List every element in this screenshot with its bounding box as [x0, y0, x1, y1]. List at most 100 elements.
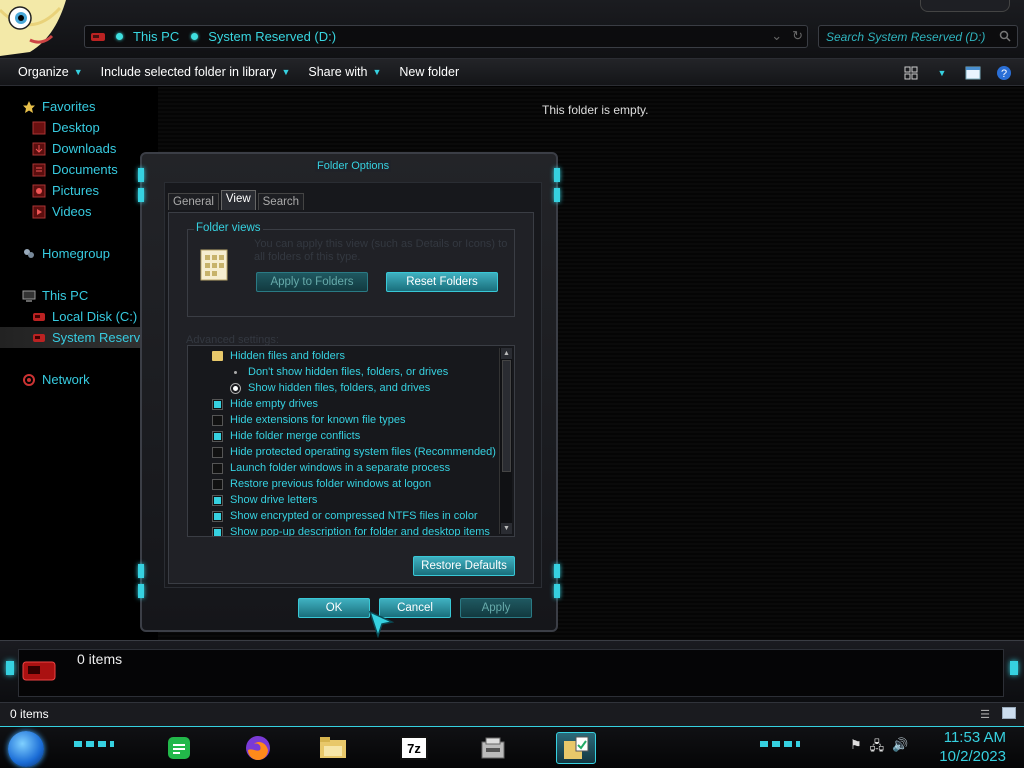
folder-view-grid-icon	[200, 249, 228, 281]
view-options-icon[interactable]	[900, 64, 922, 82]
new-folder-button[interactable]: New folder	[381, 65, 459, 79]
nav-desktop[interactable]: Desktop	[0, 117, 158, 138]
firefox-icon	[246, 736, 270, 760]
volume-icon[interactable]: 🔊	[892, 737, 908, 759]
search-icon[interactable]	[999, 30, 1011, 42]
nav-documents[interactable]: Documents	[0, 159, 158, 180]
setting-label: Hide empty drives	[230, 398, 319, 410]
radio-unselected[interactable]	[230, 367, 241, 378]
taskbar-firefox[interactable]	[241, 732, 275, 764]
nav-pictures[interactable]: Pictures	[0, 180, 158, 201]
7zip-icon: 7z	[400, 736, 428, 760]
nav-system-reserved[interactable]: System Reserve	[0, 327, 158, 348]
details-view-icon[interactable]: ☰	[980, 708, 990, 721]
reset-folders-button[interactable]: Reset Folders	[386, 272, 498, 292]
taskbar-notes-app[interactable]	[162, 732, 196, 764]
clock-time: 11:53 AM	[943, 729, 1006, 746]
setting-popup-description[interactable]: Show pop-up description for folder and d…	[188, 524, 498, 536]
checkbox-checked[interactable]	[212, 430, 223, 442]
checkbox-unchecked[interactable]	[212, 414, 223, 426]
nav-favorites[interactable]: Favorites	[0, 96, 158, 117]
taskbar-7zip[interactable]: 7z	[397, 732, 431, 764]
apply-to-folders-button[interactable]: Apply to Folders	[256, 272, 368, 292]
share-with-button[interactable]: Share with ▼	[290, 65, 381, 79]
setting-hide-extensions[interactable]: Hide extensions for known file types	[188, 412, 498, 428]
setting-label: Hide folder merge conflicts	[230, 430, 361, 442]
start-button[interactable]	[8, 731, 44, 767]
breadcrumb-system-reserved[interactable]: System Reserved (D:)	[208, 29, 336, 44]
restore-defaults-button[interactable]: Restore Defaults	[413, 556, 515, 576]
folder-icon	[212, 351, 223, 361]
nav-homegroup[interactable]: Homegroup	[0, 243, 158, 264]
chevron-down-icon: ▼	[281, 67, 291, 77]
setting-hide-merge-conflicts[interactable]: Hide folder merge conflicts	[188, 428, 498, 444]
ok-button[interactable]: OK	[298, 598, 370, 618]
nav-downloads[interactable]: Downloads	[0, 138, 158, 159]
details-pane: 0 items	[0, 640, 1024, 702]
setting-label: Don't show hidden files, folders, or dri…	[248, 366, 449, 378]
taskbar-file-explorer[interactable]	[316, 732, 350, 764]
view-dropdown-icon[interactable]: ▼	[931, 64, 953, 82]
address-dropdown-icon[interactable]: ⌄	[771, 28, 782, 44]
help-icon[interactable]: ?	[993, 64, 1015, 82]
advanced-settings-list[interactable]: Hidden files and folders Don't show hidd…	[187, 345, 515, 537]
setting-label: Hide protected operating system files (R…	[230, 446, 496, 458]
search-input[interactable]: Search System Reserved (D:)	[818, 25, 1018, 48]
taskbar-drive-tool[interactable]	[476, 732, 510, 764]
setting-show-hidden[interactable]: Show hidden files, folders, and drives	[188, 380, 498, 396]
checkbox-checked[interactable]	[212, 526, 223, 536]
setting-show-drive-letters[interactable]: Show drive letters	[188, 492, 498, 508]
settings-scrollbar[interactable]: ▲ ▼	[499, 348, 512, 534]
breadcrumb-this-pc[interactable]: This PC	[133, 29, 179, 44]
breadcrumb-separator-icon	[116, 33, 123, 40]
nav-videos-label: Videos	[52, 204, 92, 219]
taskbar-folder-options[interactable]	[556, 732, 596, 764]
window-controls-bar[interactable]	[920, 0, 1010, 12]
address-bar[interactable]: This PC System Reserved (D:) ⌄ ↻	[84, 25, 808, 48]
setting-label: Show hidden files, folders, and drives	[248, 382, 431, 394]
checkbox-unchecked[interactable]	[212, 478, 223, 490]
videos-icon	[32, 205, 46, 218]
setting-label: Launch folder windows in a separate proc…	[230, 462, 451, 474]
setting-restore-windows[interactable]: Restore previous folder windows at logon	[188, 476, 498, 492]
apply-button[interactable]: Apply	[460, 598, 532, 618]
setting-ntfs-color[interactable]: Show encrypted or compressed NTFS files …	[188, 508, 498, 524]
nav-desktop-label: Desktop	[52, 120, 100, 135]
tab-search[interactable]: Search	[257, 193, 305, 210]
command-bar: Organize ▼ Include selected folder in lib…	[0, 58, 1024, 86]
scroll-up-icon[interactable]: ▲	[501, 348, 512, 359]
setting-separate-process[interactable]: Launch folder windows in a separate proc…	[188, 460, 498, 476]
details-frame	[18, 649, 1004, 697]
radio-selected[interactable]	[230, 382, 241, 394]
desktop-icon	[32, 121, 46, 134]
refresh-icon[interactable]: ↻	[792, 28, 803, 44]
nav-pictures-label: Pictures	[52, 183, 99, 198]
drive-icon	[33, 312, 45, 321]
checkbox-checked[interactable]	[212, 398, 223, 410]
action-center-flag-icon[interactable]: ⚑	[850, 737, 862, 759]
nav-videos[interactable]: Videos	[0, 201, 158, 222]
include-in-library-button[interactable]: Include selected folder in library ▼	[83, 65, 291, 79]
clock[interactable]: 11:53 AM 10/2/2023	[939, 728, 1006, 766]
preview-pane-icon[interactable]	[962, 64, 984, 82]
nav-network[interactable]: Network	[0, 369, 158, 390]
drive-icon	[33, 333, 45, 342]
checkbox-checked[interactable]	[212, 510, 223, 522]
scroll-down-icon[interactable]: ▼	[501, 523, 512, 534]
nav-this-pc[interactable]: This PC	[0, 285, 158, 306]
tab-view[interactable]: View	[220, 190, 256, 210]
setting-hide-empty-drives[interactable]: Hide empty drives	[188, 396, 498, 412]
chevron-down-icon: ▼	[73, 67, 83, 77]
setting-dont-show-hidden[interactable]: Don't show hidden files, folders, or dri…	[188, 364, 498, 380]
setting-hide-protected-files[interactable]: Hide protected operating system files (R…	[188, 444, 498, 460]
scroll-thumb[interactable]	[502, 360, 511, 472]
organize-button[interactable]: Organize ▼	[0, 65, 83, 79]
checkbox-unchecked[interactable]	[212, 446, 223, 458]
large-icons-view-icon[interactable]	[1002, 707, 1016, 719]
nav-downloads-label: Downloads	[52, 141, 117, 156]
nav-local-disk[interactable]: Local Disk (C:)	[0, 306, 158, 327]
tab-general[interactable]: General	[168, 193, 219, 210]
checkbox-unchecked[interactable]	[212, 462, 223, 474]
checkbox-checked[interactable]	[212, 494, 223, 506]
network-tray-icon[interactable]: 🖧	[870, 737, 885, 759]
